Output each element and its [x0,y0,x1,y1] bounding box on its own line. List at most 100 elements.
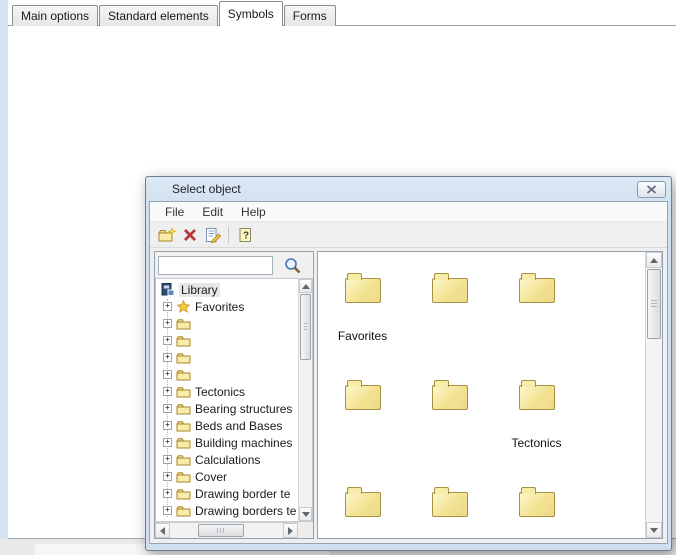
expander-box[interactable]: + [163,506,172,515]
icon-view-item[interactable] [493,486,580,538]
expander-box[interactable]: + [163,472,172,481]
library-icon [159,283,176,296]
thumb-grip [651,300,657,307]
scrollbar-thumb[interactable] [198,524,244,537]
icon-view-item[interactable]: Favorites [319,272,406,343]
icon-view-item[interactable] [319,486,406,538]
icon-view-item[interactable] [319,379,406,436]
tree-item[interactable]: Library [156,281,298,298]
folder-icon [432,492,468,517]
tab-standard-elements[interactable]: Standard elements [99,5,218,26]
tree-horizontal-scrollbar[interactable] [155,522,298,538]
tree-item[interactable]: +Favorites [156,298,298,315]
tree-item[interactable]: + Drawing border te [156,485,298,502]
scroll-down-button[interactable] [299,507,312,521]
rename-icon [204,227,221,243]
tree-item-label: Calculations [195,453,260,467]
tree-item[interactable]: +Beds and Bases [156,417,298,434]
expander-box[interactable]: + [163,370,172,379]
icon-view-label: Tectonics [493,436,580,450]
tree-item[interactable]: + [156,315,298,332]
expander-box[interactable]: + [163,404,172,413]
tab-label: Symbols [228,7,274,21]
new-folder-button[interactable] [155,224,178,246]
icon-view-item[interactable] [406,486,493,538]
scrollbar-corner [298,522,313,538]
tree-item[interactable]: + [156,366,298,383]
icon-view-item[interactable] [406,272,493,329]
expander-box[interactable]: + [163,455,172,464]
folder-icon [175,488,192,500]
menu-help[interactable]: Help [232,205,275,219]
help-button[interactable]: ? [233,224,256,246]
tree-item[interactable]: + Tectonics [156,383,298,400]
tree-item-label: Drawing border te [195,487,290,501]
tree-item[interactable]: + Building machines [156,434,298,451]
tree-item[interactable]: + Calculations [156,451,298,468]
tab-label: Main options [21,9,89,23]
tab-symbols[interactable]: Symbols [219,1,283,26]
scroll-up-button[interactable] [299,279,312,293]
library-icon-view: Favorites Tectonics [317,251,663,539]
svg-text:?: ? [243,230,249,241]
tree-item[interactable]: +Drawing borders te [156,502,298,519]
tree-item[interactable]: + [156,332,298,349]
thumb-grip [304,323,307,330]
rename-button[interactable] [201,224,224,246]
icon-view-label: Favorites [319,329,406,343]
menu-bar: File Edit Help [150,202,667,222]
folder-icon [175,335,192,347]
search-input[interactable] [158,256,273,275]
tree-item[interactable]: + [156,349,298,366]
delete-icon [182,227,198,243]
tree-item[interactable]: + Cover [156,468,298,485]
folder-icon [345,492,381,517]
tree-item-label: Tectonics [195,385,245,399]
icon-view-item[interactable]: Tectonics [493,379,580,450]
expander-box[interactable]: + [163,302,172,311]
folder-icon [175,505,192,517]
expander-box[interactable]: + [163,336,172,345]
scroll-right-button[interactable] [283,523,298,538]
scrollbar-thumb[interactable] [647,269,661,339]
iconview-vertical-scrollbar[interactable] [645,252,662,538]
scroll-left-button[interactable] [155,523,170,538]
tree-item-label: Library [179,283,220,297]
tree-item[interactable]: +Bearing structures [156,400,298,417]
tree-item-label: Cover [195,470,227,484]
folder-icon [175,420,192,432]
arrow-down-icon [650,528,658,537]
expander-box[interactable]: + [163,421,172,430]
menu-file[interactable]: File [156,205,193,219]
dialog-titlebar[interactable]: Select object [146,177,671,201]
tab-label: Forms [293,9,327,23]
scrollbar-thumb[interactable] [300,294,311,360]
close-icon [646,185,657,194]
icon-view-item[interactable] [406,379,493,436]
folder-icon [175,471,192,483]
tree-item-label: Building machines [195,436,292,450]
scrollbar-track[interactable] [170,523,283,538]
scroll-down-button[interactable] [646,522,662,538]
icon-view-item[interactable] [493,272,580,329]
close-button[interactable] [637,181,666,198]
tab-forms[interactable]: Forms [284,5,336,26]
arrow-right-icon [288,527,297,535]
expander-box[interactable]: + [163,387,172,396]
expander-box[interactable]: + [163,319,172,328]
menu-edit[interactable]: Edit [193,205,232,219]
folder-icon [175,318,192,330]
expander-box[interactable]: + [163,438,172,447]
delete-button[interactable] [178,224,201,246]
tree-vertical-scrollbar[interactable] [298,278,313,522]
scroll-up-button[interactable] [646,252,662,268]
folder-icon [175,369,192,381]
folder-icon [519,492,555,517]
tab-main-options[interactable]: Main options [12,5,98,26]
search-button[interactable] [281,254,303,276]
expander-box[interactable]: + [163,353,172,362]
toolbar-separator [228,227,229,243]
folder-icon [345,278,381,303]
expander-box[interactable]: + [163,489,172,498]
arrow-left-icon [156,527,165,535]
